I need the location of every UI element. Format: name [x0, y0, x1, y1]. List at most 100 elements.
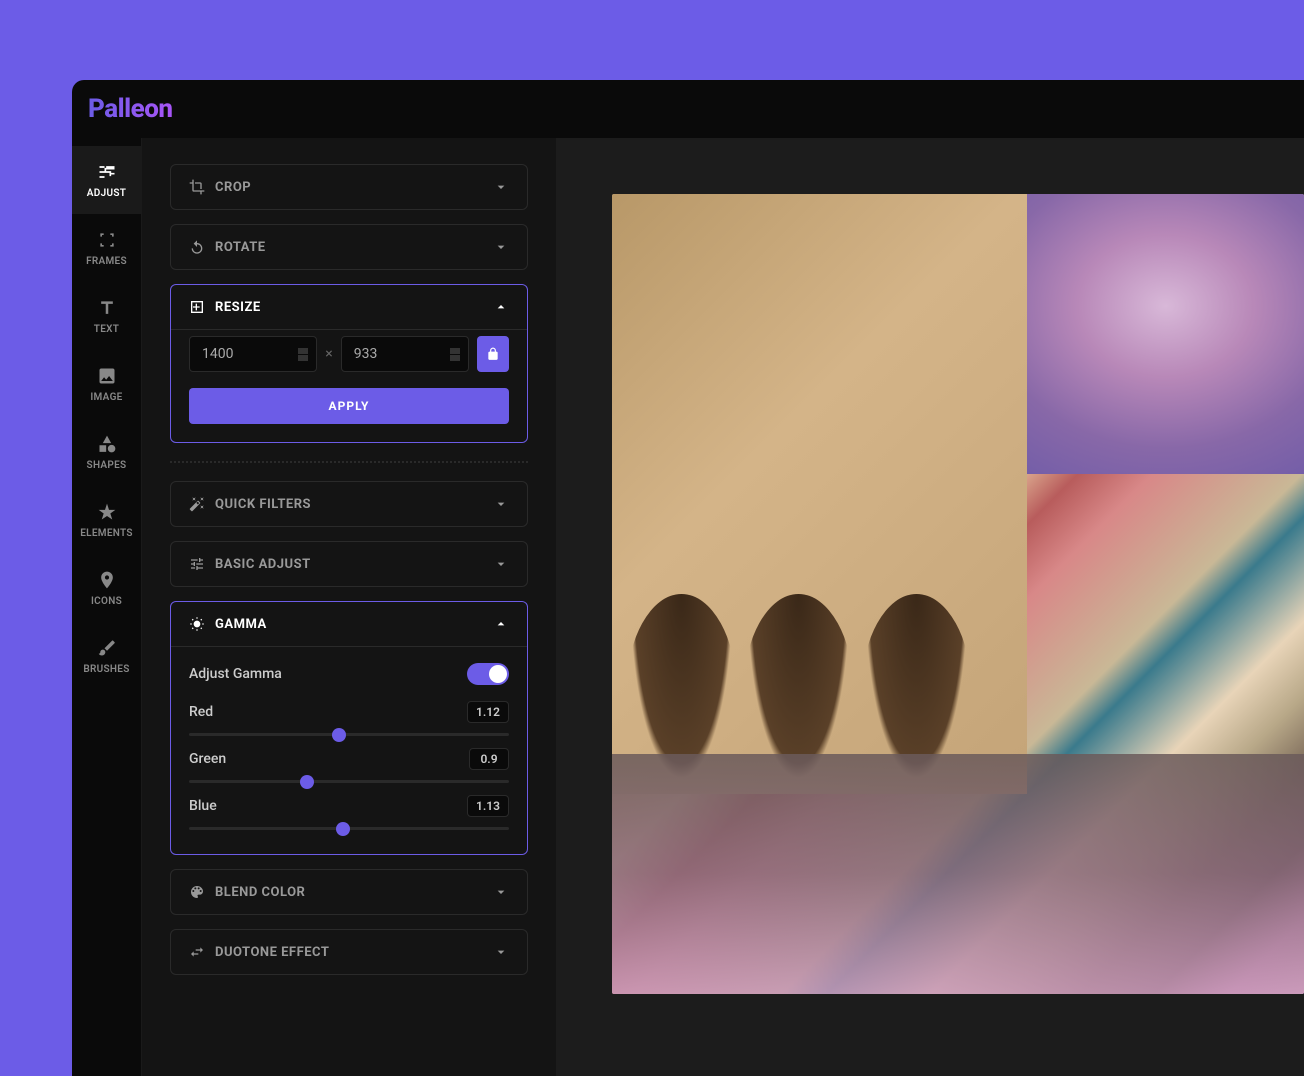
- blend-color-header[interactable]: BLEND COLOR: [171, 870, 527, 914]
- sliders-icon: [97, 162, 117, 182]
- rotate-icon: [189, 239, 205, 255]
- gamma-title: GAMMA: [215, 617, 267, 632]
- resize-body: × APPLY: [171, 329, 527, 442]
- canvas-image[interactable]: [612, 194, 1304, 994]
- brightness-icon: [189, 616, 205, 632]
- blue-label: Blue: [189, 798, 217, 814]
- sidebar-label: SHAPES: [87, 460, 127, 471]
- gamma-toggle[interactable]: [467, 663, 509, 685]
- green-slider[interactable]: [189, 780, 509, 783]
- gamma-toggle-label: Adjust Gamma: [189, 666, 282, 682]
- text-icon: [97, 298, 117, 318]
- resize-inputs: ×: [189, 336, 509, 372]
- swap-icon: [189, 944, 205, 960]
- width-spinner[interactable]: [298, 348, 308, 361]
- star-icon: [97, 502, 117, 522]
- green-value: 0.9: [469, 748, 509, 770]
- tune-icon: [189, 556, 205, 572]
- green-thumb[interactable]: [300, 775, 314, 789]
- dimension-separator: ×: [325, 346, 332, 362]
- crop-accordion[interactable]: CROP: [170, 164, 528, 210]
- frame-icon: [97, 230, 117, 250]
- rotate-header[interactable]: ROTATE: [171, 225, 527, 269]
- width-input-wrap: [189, 336, 317, 372]
- brand-logo: Palleon: [88, 94, 173, 124]
- resize-icon: [189, 299, 205, 315]
- tool-sidebar: ADJUST FRAMES TEXT IMAGE SHAPES ELEMENTS: [72, 138, 142, 1076]
- rotate-accordion[interactable]: ROTATE: [170, 224, 528, 270]
- quick-filters-title: QUICK FILTERS: [215, 497, 311, 512]
- pin-icon: [97, 570, 117, 590]
- green-slider-group: Green 0.9: [189, 742, 509, 789]
- red-slider-group: Red 1.12: [189, 695, 509, 742]
- sidebar-item-text[interactable]: TEXT: [72, 282, 141, 350]
- red-value: 1.12: [467, 701, 509, 723]
- sidebar-label: TEXT: [94, 324, 119, 335]
- gamma-header[interactable]: GAMMA: [171, 602, 527, 646]
- sidebar-label: IMAGE: [90, 392, 122, 403]
- green-label: Green: [189, 751, 226, 767]
- duotone-accordion[interactable]: DUOTONE EFFECT: [170, 929, 528, 975]
- apply-button[interactable]: APPLY: [189, 388, 509, 424]
- resize-title: RESIZE: [215, 300, 261, 315]
- quick-filters-accordion[interactable]: QUICK FILTERS: [170, 481, 528, 527]
- app-body: ADJUST FRAMES TEXT IMAGE SHAPES ELEMENTS: [72, 138, 1304, 1076]
- image-icon: [97, 366, 117, 386]
- blue-value: 1.13: [467, 795, 509, 817]
- sidebar-item-shapes[interactable]: SHAPES: [72, 418, 141, 486]
- width-input[interactable]: [202, 346, 298, 362]
- basic-adjust-title: BASIC ADJUST: [215, 557, 311, 572]
- sidebar-label: ICONS: [91, 596, 122, 607]
- red-slider[interactable]: [189, 733, 509, 736]
- sidebar-item-adjust[interactable]: ADJUST: [72, 146, 141, 214]
- quick-filters-header[interactable]: QUICK FILTERS: [171, 482, 527, 526]
- chevron-down-icon: [493, 179, 509, 195]
- palette-icon: [189, 884, 205, 900]
- red-label: Red: [189, 704, 213, 720]
- sidebar-item-elements[interactable]: ELEMENTS: [72, 486, 141, 554]
- titlebar: Palleon: [72, 80, 1304, 138]
- chevron-down-icon: [493, 884, 509, 900]
- sidebar-item-frames[interactable]: FRAMES: [72, 214, 141, 282]
- gamma-toggle-row: Adjust Gamma: [189, 653, 509, 695]
- chevron-down-icon: [493, 944, 509, 960]
- toggle-knob: [489, 665, 507, 683]
- gamma-accordion: GAMMA Adjust Gamma Red 1.12: [170, 601, 528, 855]
- blend-color-accordion[interactable]: BLEND COLOR: [170, 869, 528, 915]
- adjust-panel: CROP ROTATE RESIZE: [142, 138, 556, 1076]
- sidebar-item-icons[interactable]: ICONS: [72, 554, 141, 622]
- basic-adjust-accordion[interactable]: BASIC ADJUST: [170, 541, 528, 587]
- duotone-header[interactable]: DUOTONE EFFECT: [171, 930, 527, 974]
- brush-icon: [97, 638, 117, 658]
- sidebar-label: FRAMES: [86, 256, 127, 267]
- blend-color-title: BLEND COLOR: [215, 885, 305, 900]
- sidebar-item-brushes[interactable]: BRUSHES: [72, 622, 141, 690]
- height-input[interactable]: [354, 346, 450, 362]
- blue-slider[interactable]: [189, 827, 509, 830]
- height-spinner[interactable]: [450, 348, 460, 361]
- blue-thumb[interactable]: [336, 822, 350, 836]
- crop-icon: [189, 179, 205, 195]
- shapes-icon: [97, 434, 117, 454]
- lock-icon: [486, 347, 500, 361]
- duotone-title: DUOTONE EFFECT: [215, 945, 329, 960]
- chevron-down-icon: [493, 556, 509, 572]
- resize-header[interactable]: RESIZE: [171, 285, 527, 329]
- wand-icon: [189, 496, 205, 512]
- basic-adjust-header[interactable]: BASIC ADJUST: [171, 542, 527, 586]
- red-thumb[interactable]: [332, 728, 346, 742]
- chevron-up-icon: [493, 616, 509, 632]
- height-input-wrap: [341, 336, 469, 372]
- blue-slider-group: Blue 1.13: [189, 789, 509, 836]
- sidebar-label: ADJUST: [87, 188, 126, 199]
- rotate-title: ROTATE: [215, 240, 266, 255]
- app-window: Palleon ADJUST FRAMES TEXT IMAGE SHAPES: [72, 80, 1304, 1076]
- sidebar-label: BRUSHES: [83, 664, 129, 675]
- image-decoration: [612, 754, 1304, 994]
- chevron-up-icon: [493, 299, 509, 315]
- sidebar-item-image[interactable]: IMAGE: [72, 350, 141, 418]
- lock-aspect-button[interactable]: [477, 336, 509, 372]
- canvas-area[interactable]: [556, 138, 1304, 1076]
- crop-header[interactable]: CROP: [171, 165, 527, 209]
- crop-title: CROP: [215, 180, 251, 195]
